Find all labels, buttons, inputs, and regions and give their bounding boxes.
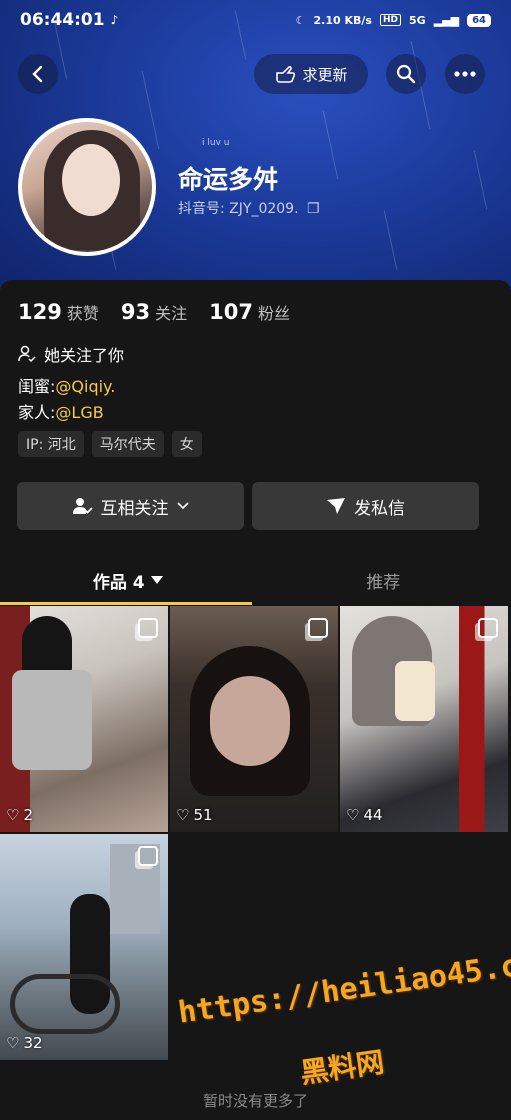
heart-icon: ♡ <box>6 1034 20 1052</box>
more-button[interactable] <box>445 54 485 94</box>
signal-bars-icon: ▂▄▆ <box>433 13 460 27</box>
work-thumbnail[interactable]: ♡ 44 <box>340 606 508 832</box>
tag-location[interactable]: 马尔代夫 <box>91 431 164 457</box>
multi-image-icon <box>478 618 498 638</box>
signal-label: 5G <box>409 13 426 27</box>
top-nav: 求更新 <box>0 54 511 96</box>
end-of-list-text: 暂时没有更多了 <box>202 1092 308 1110</box>
stat-followers[interactable]: 107 粉丝 <box>209 300 290 324</box>
moon-icon: ☾ <box>295 13 306 27</box>
status-time: 06:44:01 <box>20 10 105 30</box>
stat-label: 获赞 <box>66 304 99 323</box>
stats-row: 129 获赞 93 关注 107 粉丝 <box>18 300 290 324</box>
back-button[interactable] <box>18 54 58 94</box>
content-tabs: 作品 4 推荐 <box>0 556 511 604</box>
avatar[interactable] <box>18 118 156 256</box>
work-thumbnail[interactable]: ♡ 32 <box>0 834 168 1060</box>
avatar-note: i luv u <box>202 138 230 148</box>
bio-label: 家人: <box>18 403 56 422</box>
tab-works[interactable]: 作品 4 <box>0 556 256 604</box>
tab-recommend[interactable]: 推荐 <box>256 556 511 604</box>
like-count-value: 2 <box>23 806 33 824</box>
follows-you-note: 她关注了你 <box>18 342 124 366</box>
search-icon <box>396 64 416 84</box>
request-update-button[interactable]: 求更新 <box>254 54 368 94</box>
stat-value: 93 <box>120 300 151 324</box>
stat-value: 107 <box>209 300 253 324</box>
send-icon <box>327 498 345 514</box>
user-check-icon <box>18 345 36 363</box>
stat-label: 粉丝 <box>257 304 290 323</box>
like-count: ♡ 44 <box>346 806 383 824</box>
stat-label: 关注 <box>155 304 188 323</box>
bio-mention-link[interactable]: @Qiqiy. <box>55 377 115 396</box>
status-bar: 06:44:01 ♪ ☾ 2.10 KB/s HD 5G ▂▄▆ 64 <box>0 0 511 40</box>
douyin-id-text: 抖音号: ZJY_0209. <box>178 201 299 217</box>
multi-image-icon <box>138 846 158 866</box>
bio: 闺蜜:@Qiqiy. 家人:@LGB <box>18 374 115 426</box>
hd-icon: HD <box>379 14 401 26</box>
profile-name: 命运多舛 <box>178 165 279 194</box>
multi-image-icon <box>308 618 328 638</box>
chevron-left-icon <box>32 65 43 83</box>
mutual-follow-button[interactable]: 互相关注 <box>17 482 244 530</box>
heart-icon: ♡ <box>6 806 20 824</box>
tiktok-mini-icon: ♪ <box>110 13 119 27</box>
network-speed: 2.10 KB/s <box>313 13 372 27</box>
caret-down-icon <box>150 575 163 584</box>
douyin-id[interactable]: 抖音号: ZJY_0209. ❐ <box>178 198 320 218</box>
work-thumbnail[interactable]: ♡ 51 <box>170 606 338 832</box>
follows-you-text: 她关注了你 <box>44 346 125 365</box>
copy-icon[interactable]: ❐ <box>307 201 320 217</box>
send-message-button[interactable]: 发私信 <box>252 482 479 530</box>
like-count: ♡ 2 <box>6 806 33 824</box>
battery-icon: 64 <box>467 13 491 27</box>
stat-following[interactable]: 93 关注 <box>121 300 187 324</box>
tab-works-label: 作品 4 <box>92 572 145 593</box>
like-count: ♡ 32 <box>6 1034 43 1052</box>
tag-ip: IP: 河北 <box>18 431 84 457</box>
tab-recommend-label: 推荐 <box>366 572 401 593</box>
heart-icon: ♡ <box>176 806 190 824</box>
pointing-hand-icon <box>276 65 296 83</box>
chevron-down-icon <box>176 502 189 510</box>
send-message-label: 发私信 <box>354 498 405 519</box>
active-tab-indicator <box>0 602 252 605</box>
mutual-follow-label: 互相关注 <box>100 498 169 519</box>
like-count-value: 44 <box>363 806 383 824</box>
work-thumbnail[interactable]: ♡ 2 <box>0 606 168 832</box>
like-count: ♡ 51 <box>176 806 213 824</box>
heart-icon: ♡ <box>346 806 360 824</box>
request-update-label: 求更新 <box>302 65 348 84</box>
stat-likes[interactable]: 129 获赞 <box>18 300 99 324</box>
profile-tags: IP: 河北 马尔代夫 女 <box>18 431 202 457</box>
like-count-value: 32 <box>23 1034 43 1052</box>
user-check-icon <box>72 498 93 514</box>
multi-image-icon <box>138 618 158 638</box>
search-button[interactable] <box>386 54 426 94</box>
more-dots-icon <box>454 71 476 77</box>
like-count-value: 51 <box>193 806 213 824</box>
stat-value: 129 <box>18 300 62 324</box>
tag-gender: 女 <box>171 431 202 457</box>
bio-mention-link[interactable]: @LGB <box>55 403 103 422</box>
bio-label: 闺蜜: <box>18 377 56 396</box>
